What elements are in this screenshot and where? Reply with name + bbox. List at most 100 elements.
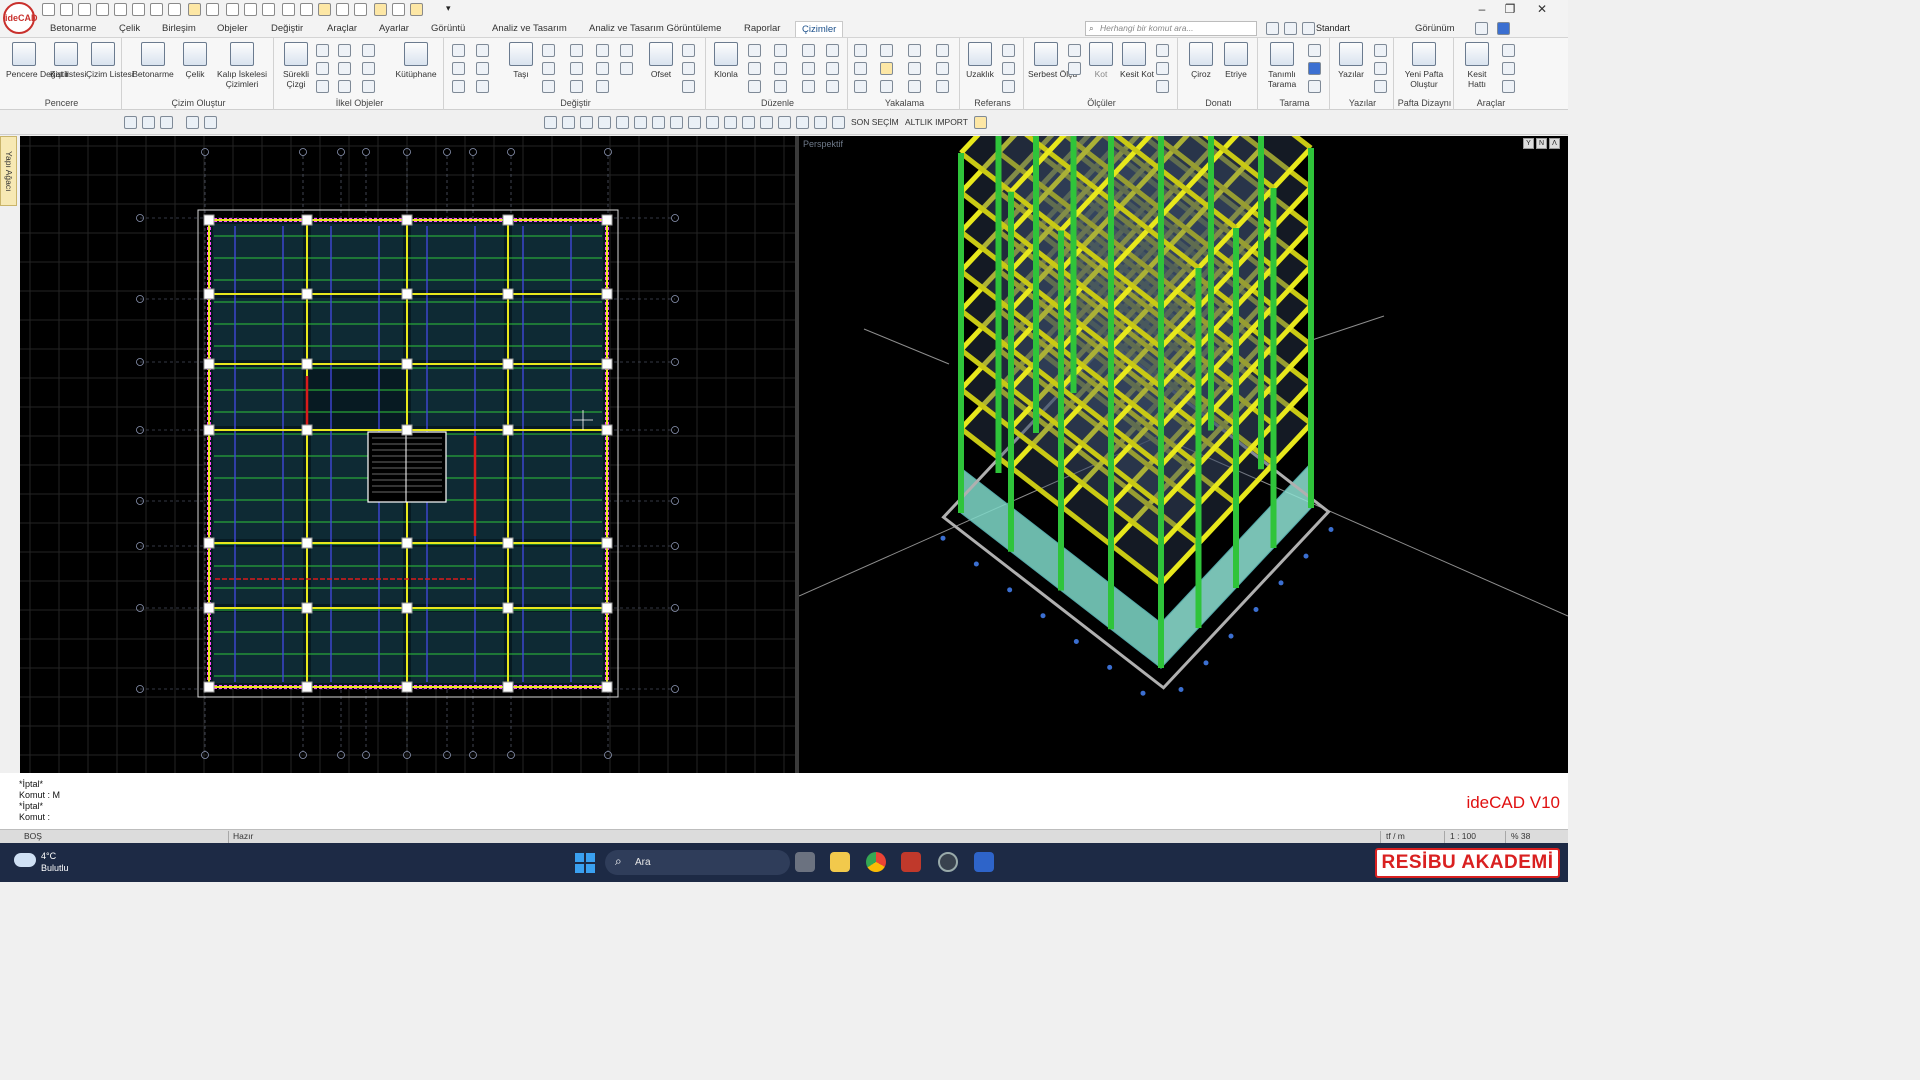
pencere-degistir-button[interactable]: Pencere Değiştir [6, 42, 69, 79]
script-icon[interactable] [1502, 62, 1515, 75]
kutuphane-button[interactable]: Kütüphane [392, 42, 440, 79]
undo-icon[interactable] [132, 3, 145, 16]
spline-icon[interactable] [362, 44, 375, 57]
quick-icon[interactable] [974, 116, 987, 129]
explode-icon[interactable] [570, 80, 583, 93]
hatch-icon[interactable] [338, 62, 351, 75]
ortho-icon[interactable] [318, 3, 331, 16]
mirror-icon[interactable] [542, 62, 555, 75]
kesit-hatti-button[interactable]: Kesit Hattı [1460, 42, 1494, 89]
brush-icon[interactable] [634, 116, 647, 129]
bring-front-icon[interactable] [802, 44, 815, 57]
user-icon[interactable] [1475, 22, 1488, 35]
group-icon[interactable] [774, 44, 787, 57]
voicemeeter-icon[interactable] [901, 852, 921, 872]
mirror-text-icon[interactable] [452, 44, 465, 57]
betonarme-cizim-button[interactable]: Betonarme [130, 42, 176, 79]
help-icon[interactable] [1497, 22, 1510, 35]
tab-objeler[interactable]: Objeler [217, 23, 248, 34]
axis3-icon[interactable] [262, 3, 275, 16]
triangle-icon[interactable] [580, 116, 593, 129]
stretch-icon[interactable] [452, 80, 465, 93]
ideCAD-taskbar-icon[interactable] [974, 852, 994, 872]
chamfer-icon[interactable] [620, 62, 633, 75]
select-last-icon[interactable] [832, 116, 845, 129]
axis2-icon[interactable] [244, 3, 257, 16]
dim-angle-icon[interactable] [1156, 44, 1169, 57]
send-back-icon[interactable] [802, 62, 815, 75]
axis-move-icon[interactable] [142, 116, 155, 129]
image-icon[interactable] [362, 80, 375, 93]
table-icon[interactable] [1502, 44, 1515, 57]
frame-icon[interactable] [652, 116, 665, 129]
join-icon[interactable] [682, 62, 695, 75]
calculator-icon[interactable] [814, 116, 827, 129]
chrome-icon[interactable] [866, 852, 886, 872]
obs-icon[interactable] [938, 852, 958, 872]
dim-edit-icon[interactable] [1156, 80, 1169, 93]
windows-start-icon[interactable] [575, 853, 595, 873]
list-icon[interactable] [760, 116, 773, 129]
break-icon[interactable] [682, 44, 695, 57]
cizim-listesi-button[interactable]: Çizim Listesi [86, 42, 134, 79]
redo-icon[interactable] [150, 3, 163, 16]
ciroz-button[interactable]: Çiroz [1186, 42, 1216, 79]
tab-analiz-tasarim-goruntuleme[interactable]: Analiz ve Tasarım Görüntüleme [589, 23, 721, 34]
hatch-edit-icon[interactable] [1308, 80, 1321, 93]
son-secim-button[interactable]: SON SEÇİM [851, 117, 899, 127]
altlik-import-button[interactable]: ALTLIK IMPORT [905, 117, 968, 127]
ungroup-icon[interactable] [774, 62, 787, 75]
paste-icon[interactable] [748, 44, 761, 57]
line-icon[interactable] [316, 44, 329, 57]
open-file-icon[interactable] [78, 3, 91, 16]
array-icon[interactable] [570, 62, 583, 75]
weather-temperature[interactable]: 4°C [41, 851, 56, 861]
refresh-icon[interactable] [688, 116, 701, 129]
taskbar-search[interactable]: ⌕ Ara [605, 850, 790, 875]
viewport-restore-icon[interactable]: N [1536, 138, 1547, 149]
hatch-fill-icon[interactable] [1308, 62, 1321, 75]
status-zoom[interactable]: % 38 [1511, 831, 1530, 841]
viewport-maximize-icon[interactable]: Λ [1549, 138, 1560, 149]
divide-icon[interactable] [682, 80, 695, 93]
filter-icon[interactable] [826, 62, 839, 75]
undo-view-icon[interactable] [706, 116, 719, 129]
pencil-icon[interactable] [476, 62, 489, 75]
purge-icon[interactable] [826, 80, 839, 93]
extend-icon[interactable] [354, 3, 367, 16]
layer2-icon[interactable] [1284, 22, 1297, 35]
command-area[interactable]: *İptal* Komut : M *İptal* Komut : ideCAD… [0, 773, 1568, 829]
tab-celik[interactable]: Çelik [119, 23, 140, 34]
klonla-button[interactable]: Klonla [712, 42, 740, 79]
pen-icon[interactable] [544, 116, 557, 129]
layers-icon[interactable] [188, 3, 201, 16]
text-edit-icon[interactable] [1374, 44, 1387, 57]
edit-icon[interactable] [476, 44, 489, 57]
snap-end-icon[interactable] [854, 44, 867, 57]
print-icon[interactable] [168, 3, 181, 16]
snap-node-icon[interactable] [880, 80, 893, 93]
app-logo[interactable]: ideCAD [3, 2, 38, 34]
snap-tangent-icon[interactable] [936, 44, 949, 57]
extend-tool-icon[interactable] [620, 44, 633, 57]
binoculars-icon[interactable] [778, 116, 791, 129]
curve-icon[interactable] [186, 116, 199, 129]
lightning-icon[interactable] [410, 3, 423, 16]
kat-listesi-button[interactable]: Kat listesi [50, 42, 86, 79]
copy-icon[interactable] [570, 44, 583, 57]
rectangle-icon[interactable] [338, 44, 351, 57]
home-icon[interactable] [42, 3, 55, 16]
ofset-button[interactable]: Ofset [646, 42, 676, 79]
plan-viewport[interactable] [20, 136, 795, 773]
snap-mid-icon[interactable] [854, 62, 867, 75]
snap-ext-icon[interactable] [936, 80, 949, 93]
maximize-icon[interactable]: ❐ [1496, 2, 1524, 18]
status-unit[interactable]: tf / m [1386, 831, 1405, 841]
circle-icon[interactable] [316, 62, 329, 75]
kot-button[interactable]: Kot [1088, 42, 1114, 79]
rotate-icon[interactable] [542, 44, 555, 57]
save-icon[interactable] [96, 3, 109, 16]
qat-dropdown-icon[interactable]: ▾ [446, 3, 459, 16]
stairs-icon[interactable] [598, 116, 611, 129]
cloud-icon[interactable] [14, 853, 36, 867]
